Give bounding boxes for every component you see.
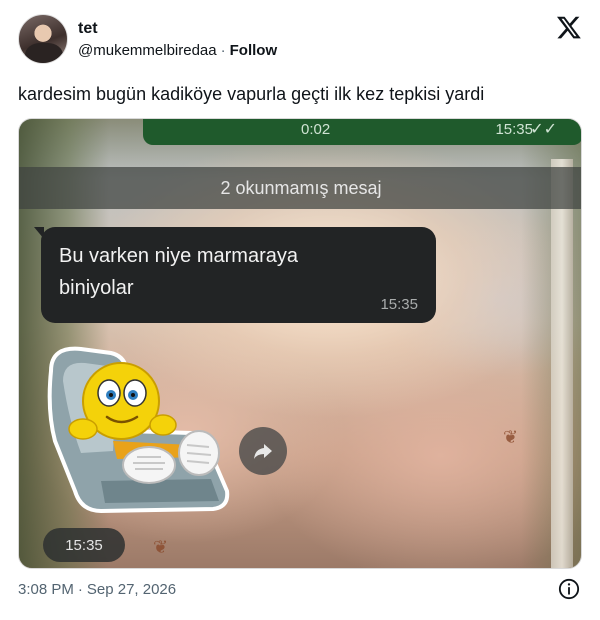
read-ticks-icon: ✓✓ (530, 121, 557, 138)
tweet-date: Sep 27, 2026 (86, 581, 177, 598)
sticker-time: 15:35 (43, 528, 125, 562)
avatar[interactable] (18, 14, 68, 64)
butterfly-decoration: ❦ (153, 537, 169, 557)
tweet-timestamp[interactable]: 3:08 PM · Sep 27, 2026 (18, 581, 176, 598)
follow-button[interactable]: Follow (230, 42, 278, 59)
message-time: 15:35 (380, 296, 418, 313)
author-handle[interactable]: @mukemmelbiredaa (78, 42, 217, 59)
tweet-time: 3:08 PM (18, 581, 74, 598)
butterfly-decoration: ❦ (503, 427, 519, 447)
tweet-text: kardesim bugün kadiköye vapurla geçti il… (18, 84, 485, 104)
tweet-card: tet @mukemmelbiredaa · Follow kardesim bug… (0, 0, 600, 620)
author-name[interactable]: tet (78, 20, 98, 38)
meta-separator: · (77, 581, 83, 598)
column-decoration (551, 159, 573, 568)
incoming-message-bubble[interactable]: Bu varken niye marmaraya biniyolar 15:35 (34, 227, 436, 323)
x-logo-icon[interactable] (556, 14, 582, 40)
unread-messages-banner: 2 okunmamış mesaj (19, 167, 581, 209)
voice-message-bubble[interactable]: 0:02 15:35 ✓✓ (143, 119, 581, 145)
info-icon[interactable] (558, 578, 580, 600)
message-text: Bu varken niye marmaraya biniyolar (59, 245, 298, 299)
forward-arrow-icon (254, 444, 272, 459)
voice-message-time: 15:35 (495, 121, 533, 138)
unread-banner-label: 2 okunmamış mesaj (220, 177, 382, 198)
forward-button[interactable] (239, 427, 287, 475)
emoji-recliner-sticker[interactable] (41, 341, 231, 516)
voice-duration: 0:02 (301, 121, 331, 138)
tweet-media-image[interactable]: 0:02 15:35 ✓✓ 2 okunmamış mesaj Bu varke… (18, 118, 582, 569)
separator-dot: · (220, 42, 226, 59)
author-handle-row: @mukemmelbiredaa · Follow (78, 42, 277, 59)
